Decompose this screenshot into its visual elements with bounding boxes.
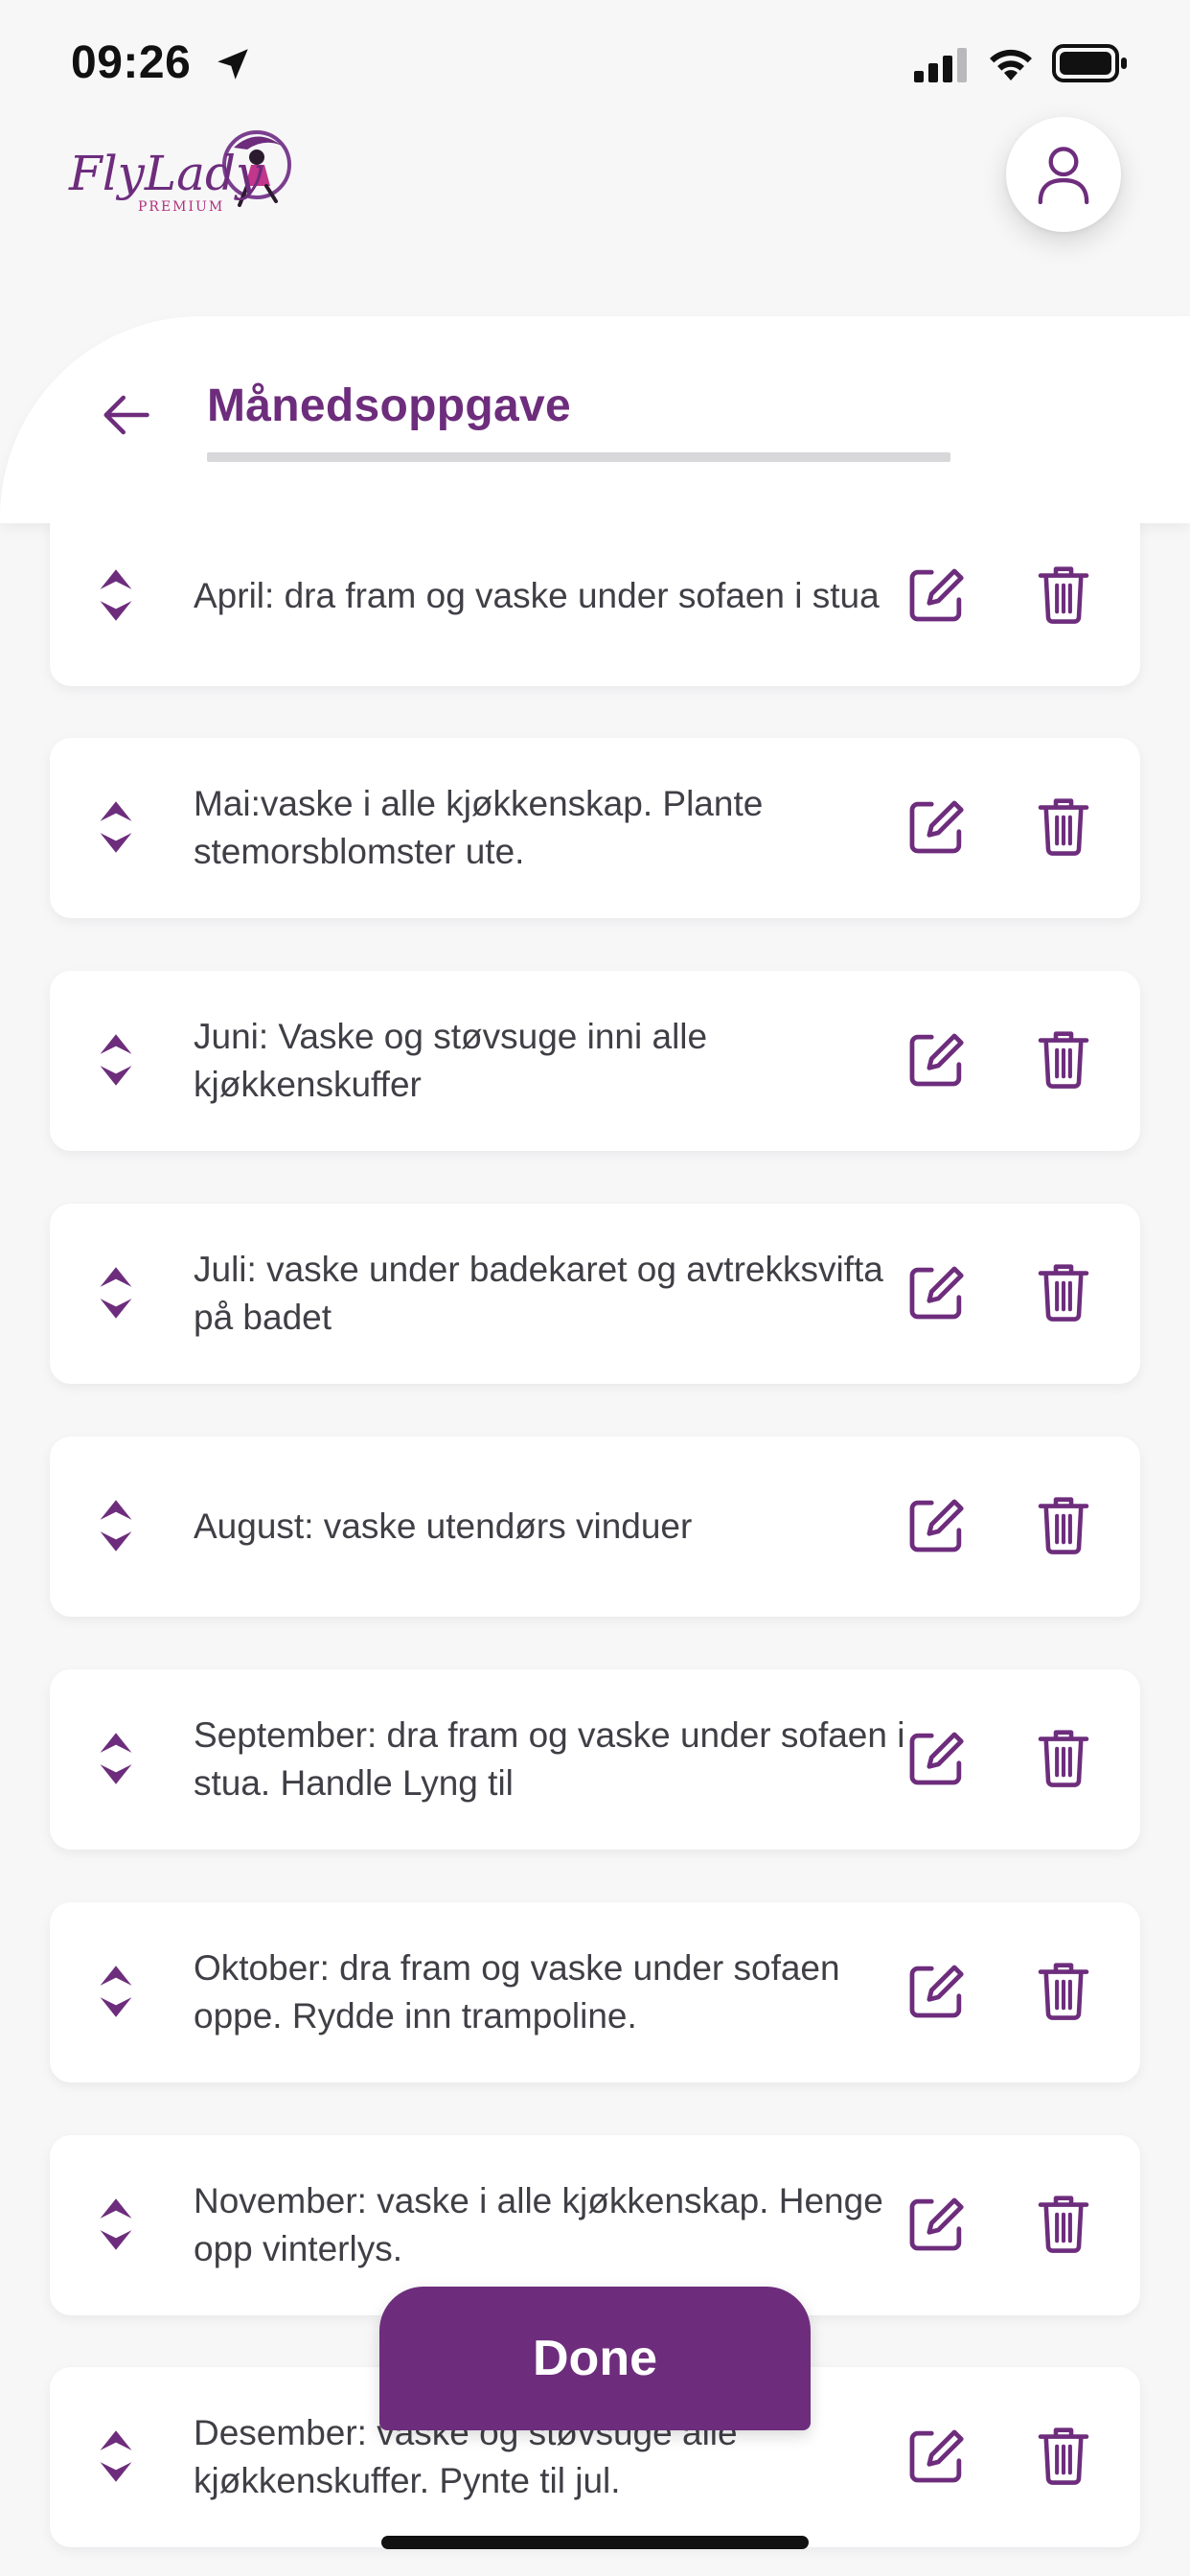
reorder-arrows-icon[interactable] — [96, 1725, 136, 1792]
reorder-arrows-icon[interactable] — [96, 1259, 136, 1326]
back-arrow-icon[interactable] — [100, 389, 151, 441]
list-item[interactable]: April: dra fram og vaske under sofaen i … — [50, 523, 1140, 686]
edit-icon[interactable] — [906, 2195, 966, 2254]
profile-button[interactable] — [1006, 117, 1121, 232]
task-text: November: vaske i alle kjøkkenskap. Heng… — [194, 2181, 883, 2268]
title-underline — [207, 452, 950, 462]
reorder-arrows-icon[interactable] — [96, 562, 136, 629]
list-item[interactable]: Juli: vaske under badekaret og avtrekksv… — [50, 1204, 1140, 1384]
done-button[interactable]: Done — [379, 2287, 811, 2430]
cellular-signal-icon — [914, 48, 967, 82]
trash-icon[interactable] — [1037, 1261, 1090, 1322]
trash-icon[interactable] — [1037, 795, 1090, 857]
title-card — [0, 316, 1190, 523]
home-indicator — [381, 2536, 809, 2549]
svg-text:FlyLady: FlyLady — [68, 146, 263, 201]
edit-icon[interactable] — [906, 1729, 966, 1788]
edit-icon[interactable] — [906, 1030, 966, 1090]
task-text: Oktober: dra fram og vaske under sofaen … — [194, 1948, 840, 2036]
trash-icon[interactable] — [1037, 2425, 1090, 2486]
edit-icon[interactable] — [906, 565, 966, 625]
edit-icon[interactable] — [906, 797, 966, 857]
edit-icon[interactable] — [906, 1962, 966, 2021]
reorder-arrows-icon[interactable] — [96, 1492, 136, 1559]
task-list-viewport[interactable]: April: dra fram og vaske under sofaen i … — [0, 523, 1190, 2576]
app-screen: 09:26 FlyLady PREMIUM Månedsoppgave Apri… — [0, 0, 1190, 2576]
trash-icon[interactable] — [1037, 1727, 1090, 1788]
trash-icon[interactable] — [1037, 2193, 1090, 2254]
status-bar: 09:26 — [0, 0, 1190, 126]
list-item[interactable]: September: dra fram og vaske under sofae… — [50, 1669, 1140, 1850]
svg-text:PREMIUM: PREMIUM — [138, 199, 224, 215]
reorder-arrows-icon[interactable] — [96, 1958, 136, 2025]
reorder-arrows-icon[interactable] — [96, 1026, 136, 1093]
trash-icon[interactable] — [1037, 564, 1090, 625]
page-title: Månedsoppgave — [207, 380, 571, 431]
task-text: Mai:vaske i alle kjøkkenskap. Plante ste… — [194, 784, 764, 871]
trash-icon[interactable] — [1037, 1960, 1090, 2021]
list-item[interactable]: Juni: Vaske og støvsuge inni alle kjøkke… — [50, 971, 1140, 1151]
task-text: Juli: vaske under badekaret og avtrekksv… — [194, 1250, 883, 1337]
wifi-icon — [990, 49, 1032, 80]
edit-icon[interactable] — [906, 2426, 966, 2486]
status-time: 09:26 — [71, 37, 192, 88]
list-item[interactable]: Mai:vaske i alle kjøkkenskap. Plante ste… — [50, 738, 1140, 918]
list-item[interactable]: August: vaske utendørs vinduer — [50, 1437, 1140, 1617]
task-text: August: vaske utendørs vinduer — [194, 1506, 693, 1546]
list-item[interactable]: Oktober: dra fram og vaske under sofaen … — [50, 1902, 1140, 2082]
location-arrow-icon — [217, 49, 248, 80]
user-icon — [1038, 147, 1089, 205]
flylady-logo: FlyLady PREMIUM — [68, 130, 291, 215]
trash-icon[interactable] — [1037, 1494, 1090, 1555]
task-text: September: dra fram og vaske under sofae… — [194, 1715, 905, 1803]
task-text: April: dra fram og vaske under sofaen i … — [194, 576, 880, 615]
edit-icon[interactable] — [906, 1263, 966, 1322]
reorder-arrows-icon[interactable] — [96, 2423, 136, 2490]
reorder-arrows-icon[interactable] — [96, 2191, 136, 2258]
task-text: Juni: Vaske og støvsuge inni alle kjøkke… — [194, 1017, 708, 1104]
edit-icon[interactable] — [906, 1496, 966, 1555]
battery-icon — [1052, 44, 1127, 82]
trash-icon[interactable] — [1037, 1028, 1090, 1090]
reorder-arrows-icon[interactable] — [96, 794, 136, 861]
